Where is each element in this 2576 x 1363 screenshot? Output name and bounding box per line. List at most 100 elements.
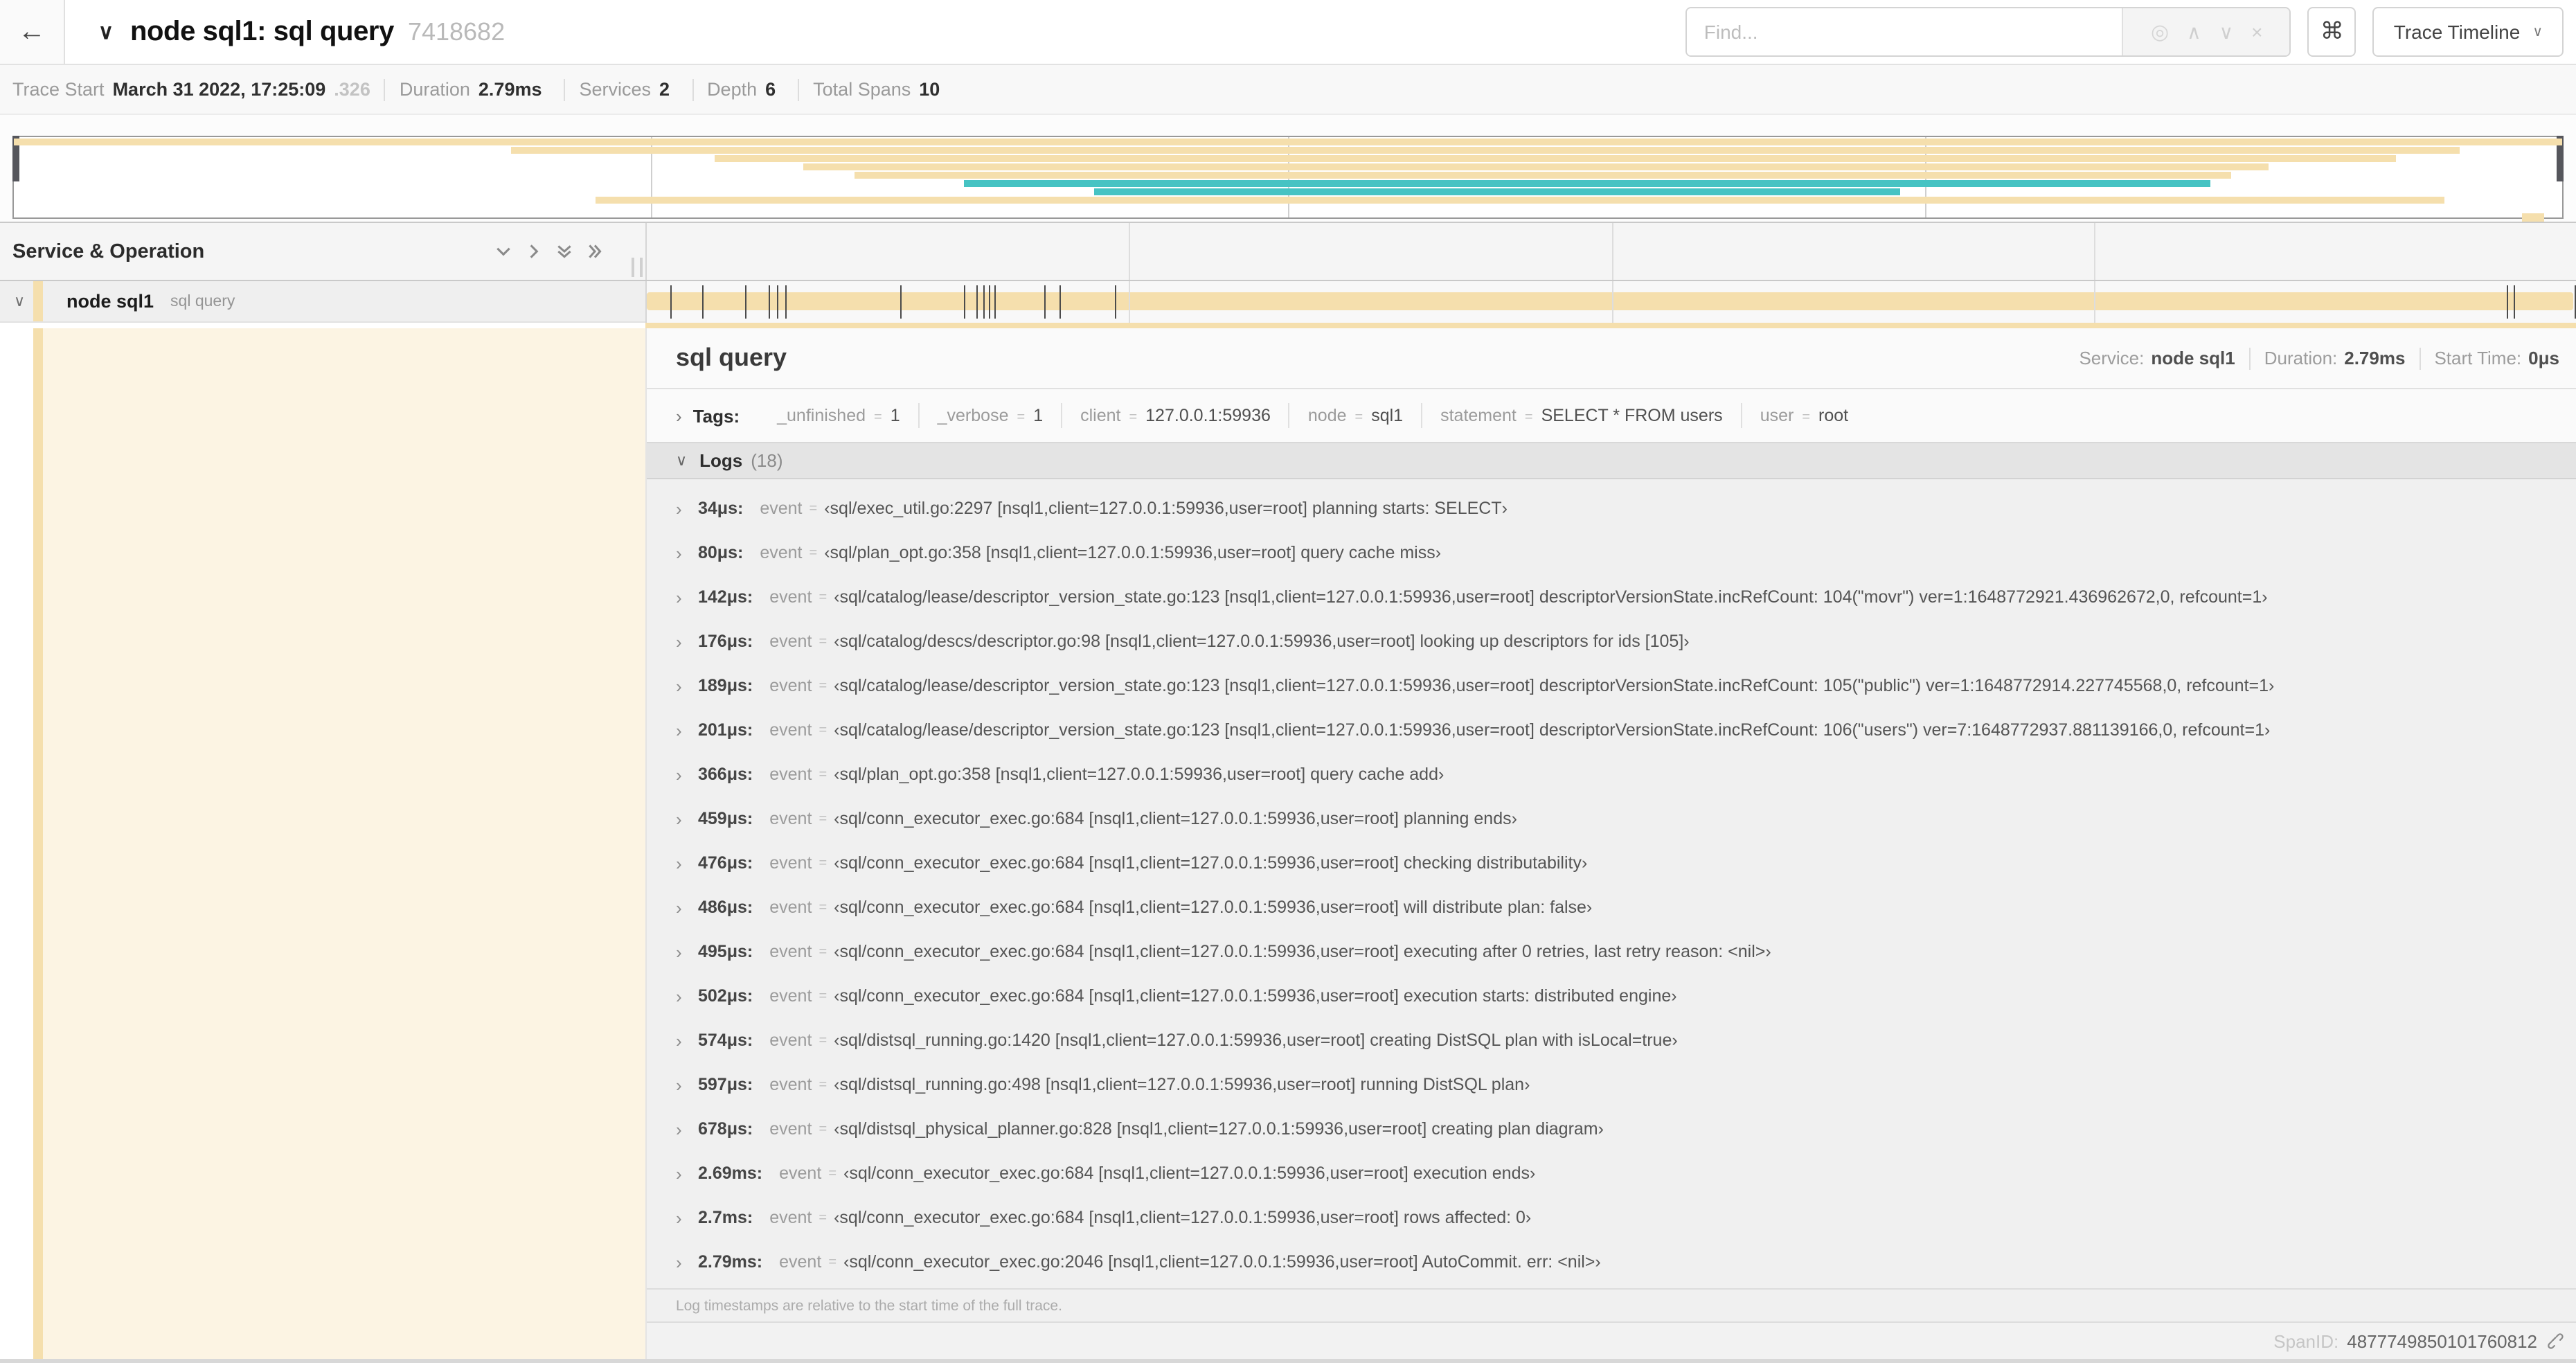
view-selector-button[interactable]: Trace Timeline ∨ — [2372, 7, 2564, 57]
log-row[interactable]: › 597μs: event = ‹sql/distsql_running.go… — [647, 1062, 2576, 1107]
next-match-icon[interactable]: ∨ — [2219, 20, 2234, 44]
tag-item: user = root — [1742, 406, 1866, 425]
span-detail-panel: sql query Service: node sql1 Duration: 2.7… — [647, 328, 2576, 1321]
back-button[interactable]: ← — [0, 0, 65, 64]
tags-label: Tags: — [692, 405, 740, 426]
trace-collapse-icon[interactable]: ∨ — [98, 19, 114, 44]
span-row[interactable]: ∨ node sql1 sql query — [0, 281, 2576, 323]
link-icon[interactable] — [2546, 1331, 2565, 1351]
log-row[interactable]: › 189μs: event = ‹sql/catalog/lease/desc… — [647, 663, 2576, 708]
minimap-span-bar — [803, 163, 2269, 170]
log-timestamp: 459μs: — [698, 809, 753, 828]
log-row[interactable]: › 574μs: event = ‹sql/distsql_running.go… — [647, 1018, 2576, 1062]
meta-label: Duration: — [2264, 348, 2338, 368]
log-row[interactable]: › 2.7ms: event = ‹sql/conn_executor_exec… — [647, 1195, 2576, 1240]
equals-sign: = — [828, 1166, 837, 1181]
collapse-all-deep-icon[interactable] — [555, 242, 573, 260]
chevron-right-icon: › — [676, 1163, 682, 1184]
log-row[interactable]: › 486μs: event = ‹sql/conn_executor_exec… — [647, 885, 2576, 929]
trace-stat: Total Spans 10 — [799, 79, 962, 100]
log-event-marker — [744, 285, 746, 319]
log-row[interactable]: › 34μs: event = ‹sql/exec_util.go:2297 [… — [647, 486, 2576, 531]
trace-id: 7418682 — [407, 17, 506, 45]
log-field-key: event — [769, 1075, 812, 1094]
span-collapse-icon[interactable]: ∨ — [14, 292, 33, 310]
log-field-key: event — [769, 632, 812, 651]
find-combo: ◎ ∧ ∨ × — [1685, 7, 2291, 57]
span-color-accent — [33, 281, 43, 321]
log-row[interactable]: › 2.79ms: event = ‹sql/conn_executor_exe… — [647, 1240, 2576, 1284]
expand-all-icon[interactable] — [586, 242, 604, 260]
equals-sign: = — [1129, 410, 1138, 425]
expand-one-icon[interactable] — [525, 242, 543, 260]
log-field-key: event — [769, 809, 812, 828]
equals-sign: = — [819, 1210, 828, 1225]
span-row-name-cell[interactable]: ∨ node sql1 sql query — [0, 281, 645, 323]
tag-key: statement — [1440, 406, 1517, 425]
logs-list: › 34μs: event = ‹sql/exec_util.go:2297 [… — [647, 479, 2576, 1288]
equals-sign: = — [819, 722, 828, 738]
log-event-marker — [701, 285, 704, 319]
log-row[interactable]: › 476μs: event = ‹sql/conn_executor_exec… — [647, 841, 2576, 885]
log-event-marker — [2574, 285, 2576, 319]
log-row[interactable]: › 80μs: event = ‹sql/plan_opt.go:358 [ns… — [647, 531, 2576, 575]
find-input[interactable] — [1687, 8, 2122, 55]
log-event-marker — [768, 285, 770, 319]
equals-sign: = — [819, 678, 828, 693]
back-arrow-icon: ← — [18, 16, 46, 46]
log-row[interactable]: › 2.69ms: event = ‹sql/conn_executor_exe… — [647, 1151, 2576, 1195]
span-duration-bar[interactable] — [647, 292, 2573, 310]
column-resize-grip[interactable] — [632, 258, 643, 277]
log-event-marker — [983, 285, 985, 319]
log-timestamp: 597μs: — [698, 1075, 753, 1094]
meta-separator — [2419, 347, 2421, 369]
prev-match-icon[interactable]: ∧ — [2187, 20, 2201, 44]
log-field-key: event — [769, 1119, 812, 1139]
trace-summary-bar: Trace Start March 31 2022, 17:25:09.326 … — [0, 65, 2576, 115]
log-field-key: event — [769, 587, 812, 607]
timeline-minimap — [0, 115, 2576, 223]
trace-stat: Depth 6 — [693, 79, 798, 100]
minimap-canvas[interactable] — [12, 136, 2564, 222]
log-row[interactable]: › 502μs: event = ‹sql/conn_executor_exec… — [647, 974, 2576, 1018]
log-timestamp: 142μs: — [698, 587, 753, 607]
minimap-span-bar — [715, 154, 2397, 162]
clear-search-icon[interactable]: × — [2251, 21, 2262, 43]
logs-accordion-header[interactable]: ∨ Logs (18) — [647, 442, 2576, 479]
log-field-value: ‹sql/conn_executor_exec.go:684 [nsql1,cl… — [843, 1164, 1536, 1183]
log-field-value: ‹sql/conn_executor_exec.go:684 [nsql1,cl… — [834, 986, 1677, 1006]
span-row-timeline-cell[interactable] — [645, 281, 2576, 323]
keyboard-shortcuts-button[interactable]: ⌘ — [2307, 7, 2356, 57]
trace-stat: Services 2 — [566, 79, 692, 100]
timeline-column-header: Service & Operation — [0, 223, 2576, 281]
logs-label: Logs — [699, 450, 743, 471]
tag-item: _verbose = 1 — [920, 406, 1061, 425]
log-field-value: ‹sql/distsql_running.go:498 [nsql1,clien… — [834, 1075, 1530, 1094]
log-row[interactable]: › 366μs: event = ‹sql/plan_opt.go:358 [n… — [647, 752, 2576, 796]
span-id-bar: SpanID: 4877749850101760812 — [647, 1321, 2576, 1359]
log-row[interactable]: › 176μs: event = ‹sql/catalog/descs/desc… — [647, 619, 2576, 663]
chevron-down-icon: ∨ — [676, 453, 688, 470]
tags-accordion[interactable]: › Tags: _unfinished = 1 _verbose = 1 cli… — [647, 389, 2576, 442]
log-row[interactable]: › 201μs: event = ‹sql/catalog/lease/desc… — [647, 708, 2576, 752]
log-event-marker — [2514, 285, 2515, 319]
log-row[interactable]: › 459μs: event = ‹sql/conn_executor_exec… — [647, 796, 2576, 841]
log-row[interactable]: › 678μs: event = ‹sql/distsql_physical_p… — [647, 1107, 2576, 1151]
log-row[interactable]: › 142μs: event = ‹sql/catalog/lease/desc… — [647, 575, 2576, 619]
locate-icon[interactable]: ◎ — [2151, 19, 2169, 44]
log-field-key: event — [769, 942, 812, 961]
equals-sign: = — [1802, 410, 1811, 425]
meta-label: Service: — [2079, 348, 2145, 368]
minimap-span-bar — [855, 171, 2231, 179]
log-row[interactable]: › 495μs: event = ‹sql/conn_executor_exec… — [647, 929, 2576, 974]
log-field-value: ‹sql/catalog/descs/descriptor.go:98 [nsq… — [834, 632, 1690, 651]
view-selector-label: Trace Timeline — [2393, 21, 2521, 43]
log-timestamp: 678μs: — [698, 1119, 753, 1139]
log-event-marker — [900, 285, 902, 319]
collapse-all-icon[interactable] — [494, 242, 512, 260]
chevron-right-icon: › — [676, 675, 682, 696]
log-field-key: event — [760, 499, 803, 518]
log-field-key: event — [769, 1208, 812, 1227]
log-event-marker — [994, 285, 996, 319]
log-timestamp: 476μs: — [698, 853, 753, 873]
